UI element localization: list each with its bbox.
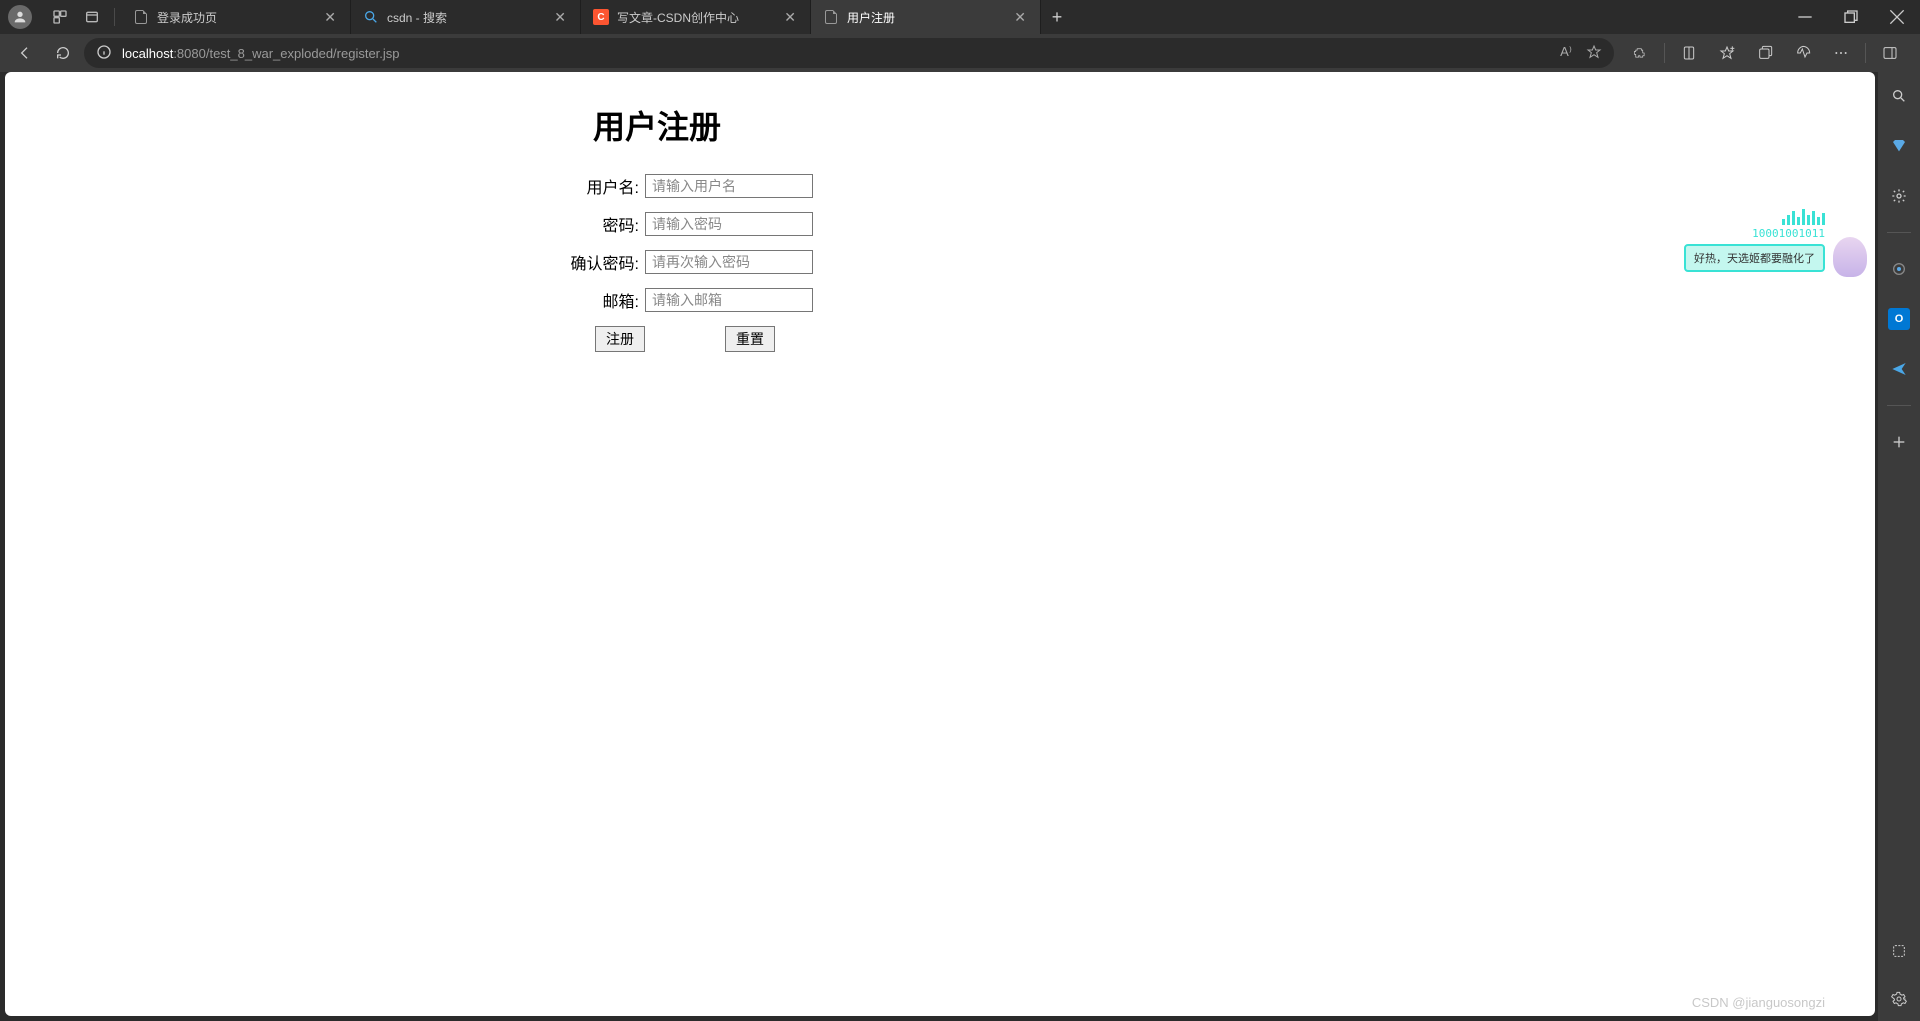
performance-icon[interactable] [1785, 38, 1821, 68]
row-email: 邮箱: [5, 288, 1875, 312]
tab-actions-icon[interactable] [76, 3, 108, 31]
reader-icon[interactable] [1671, 38, 1707, 68]
more-icon[interactable] [1823, 38, 1859, 68]
button-row: 注册 重置 [5, 326, 1875, 352]
assistant-widget[interactable]: 10001001011 好热，天选姬都要融化了 [1684, 207, 1825, 272]
page-heading: 用户注册 [593, 102, 1875, 148]
sidebar-settings-icon[interactable] [1885, 985, 1913, 1013]
profile-avatar[interactable] [8, 5, 32, 29]
separator [114, 8, 115, 26]
favorite-icon[interactable] [1586, 44, 1602, 63]
search-icon [363, 9, 379, 25]
sidebar-tools-icon[interactable] [1885, 182, 1913, 210]
site-info-icon[interactable] [96, 44, 112, 63]
separator [1865, 43, 1866, 63]
favorites-icon[interactable] [1709, 38, 1745, 68]
watermark-text: CSDN @jianguosongzi [1692, 995, 1825, 1010]
minimize-button[interactable] [1782, 0, 1828, 34]
url-host: localhost [122, 46, 173, 61]
tab-title: 用户注册 [847, 9, 1002, 26]
separator [1664, 43, 1665, 63]
tab-title: csdn - 搜索 [387, 9, 542, 26]
sidebar-outlook-icon[interactable]: O [1885, 305, 1913, 333]
page-viewport: 用户注册 用户名: 密码: 确认密码: 邮箱: 注册 重置 [5, 72, 1875, 1016]
reset-button[interactable]: 重置 [725, 326, 775, 352]
label-username: 用户名: [5, 174, 645, 198]
window-controls [1782, 0, 1920, 34]
close-icon[interactable]: ✕ [320, 7, 340, 28]
workspaces-icon[interactable] [44, 3, 76, 31]
input-email[interactable] [645, 288, 813, 312]
read-aloud-icon[interactable]: A⁾ [1560, 44, 1572, 63]
csdn-icon: C [593, 9, 609, 25]
refresh-button[interactable] [46, 38, 80, 68]
edge-sidebar: O [1878, 72, 1920, 1021]
address-bar: localhost:8080/test_8_war_exploded/regis… [0, 34, 1920, 72]
tab-title: 登录成功页 [157, 9, 312, 26]
label-password: 密码: [5, 212, 645, 236]
input-username[interactable] [645, 174, 813, 198]
widget-bubble: 好热，天选姬都要融化了 [1684, 244, 1825, 272]
audio-bars-icon [1684, 207, 1825, 225]
input-password[interactable] [645, 212, 813, 236]
sidebar-screenshot-icon[interactable] [1885, 937, 1913, 965]
url-path: :8080/test_8_war_exploded/register.jsp [173, 46, 399, 61]
label-email: 邮箱: [5, 288, 645, 312]
maximize-button[interactable] [1828, 0, 1874, 34]
url-text: localhost:8080/test_8_war_exploded/regis… [122, 46, 400, 61]
sidebar-send-icon[interactable] [1885, 355, 1913, 383]
close-icon[interactable]: ✕ [1010, 7, 1030, 28]
row-password: 密码: [5, 212, 1875, 236]
close-icon[interactable]: ✕ [780, 7, 800, 28]
separator [1887, 232, 1911, 233]
sidebar-search-icon[interactable] [1885, 82, 1913, 110]
back-button[interactable] [8, 38, 42, 68]
sidebar-shopping-icon[interactable] [1885, 132, 1913, 160]
widget-digits: 10001001011 [1684, 227, 1825, 240]
row-username: 用户名: [5, 174, 1875, 198]
input-confirm-password[interactable] [645, 250, 813, 274]
label-confirm-password: 确认密码: [5, 250, 645, 274]
sidebar-add-icon[interactable] [1885, 428, 1913, 456]
tab-strip: 登录成功页 ✕ csdn - 搜索 ✕ C 写文章-CSDN创作中心 ✕ 用户注… [121, 0, 1782, 34]
close-icon[interactable]: ✕ [550, 7, 570, 28]
page-icon [133, 9, 149, 25]
tab-login-success[interactable]: 登录成功页 ✕ [121, 0, 351, 34]
close-window-button[interactable] [1874, 0, 1920, 34]
collections-icon[interactable] [1747, 38, 1783, 68]
register-button[interactable]: 注册 [595, 326, 645, 352]
sidebar-toggle-icon[interactable] [1872, 38, 1908, 68]
separator [1887, 405, 1911, 406]
tab-csdn-write[interactable]: C 写文章-CSDN创作中心 ✕ [581, 0, 811, 34]
sidebar-office-icon[interactable] [1885, 255, 1913, 283]
extensions-icon[interactable] [1622, 38, 1658, 68]
url-input[interactable]: localhost:8080/test_8_war_exploded/regis… [84, 38, 1614, 68]
page-icon [823, 9, 839, 25]
tab-user-register[interactable]: 用户注册 ✕ [811, 0, 1041, 34]
tab-title: 写文章-CSDN创作中心 [617, 9, 772, 26]
tab-csdn-search[interactable]: csdn - 搜索 ✕ [351, 0, 581, 34]
new-tab-button[interactable]: + [1041, 0, 1073, 34]
assistant-avatar-icon[interactable] [1833, 237, 1867, 277]
row-confirm-password: 确认密码: [5, 250, 1875, 274]
toolbar-icons [1618, 38, 1912, 68]
register-page: 用户注册 用户名: 密码: 确认密码: 邮箱: 注册 重置 [5, 72, 1875, 352]
title-bar: 登录成功页 ✕ csdn - 搜索 ✕ C 写文章-CSDN创作中心 ✕ 用户注… [0, 0, 1920, 34]
